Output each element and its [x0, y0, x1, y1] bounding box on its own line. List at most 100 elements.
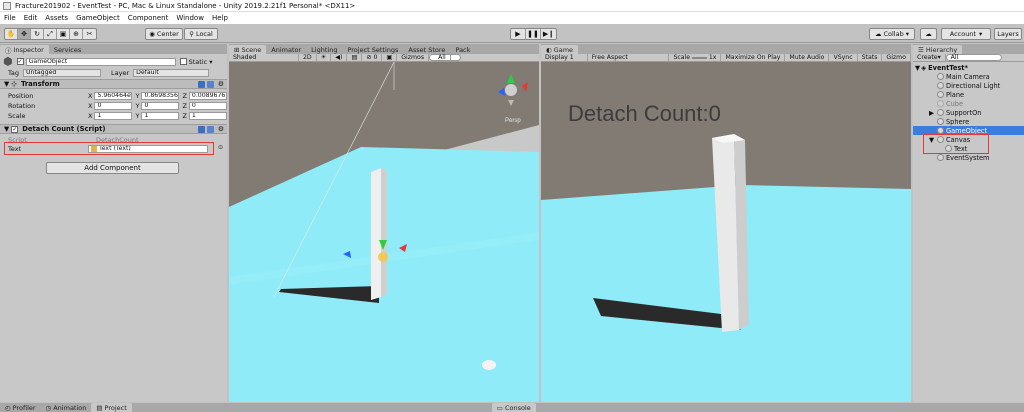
- chevron-down-icon[interactable]: ▾: [209, 58, 212, 66]
- create-dropdown[interactable]: Create ▾: [913, 54, 946, 61]
- tab-console[interactable]: ▭ Console: [491, 403, 536, 412]
- tab-services[interactable]: Services: [49, 45, 86, 54]
- hierarchy-search-input[interactable]: All: [945, 54, 1002, 61]
- static-checkbox[interactable]: [179, 58, 187, 65]
- menu-gameobject[interactable]: GameObject: [76, 14, 120, 22]
- active-checkbox[interactable]: ✓: [16, 58, 24, 65]
- rotation-y-field[interactable]: 0: [141, 101, 180, 110]
- menu-help[interactable]: Help: [212, 14, 228, 22]
- help-icon[interactable]: [198, 80, 205, 88]
- pivot-local-button[interactable]: ⚲ Local: [184, 28, 218, 40]
- menu-window[interactable]: Window: [176, 14, 204, 22]
- tab-profiler[interactable]: ◴ Profiler: [0, 403, 41, 412]
- tab-scene[interactable]: ⊞ Scene: [229, 45, 267, 54]
- unity-logo-icon: [3, 1, 11, 10]
- position-z-field[interactable]: 0.0089676: [188, 91, 227, 100]
- tab-asset-store[interactable]: Asset Store: [403, 45, 450, 54]
- stats-toggle[interactable]: Stats: [858, 54, 883, 61]
- foldout-icon: ▼: [4, 125, 10, 133]
- foldout-icon: ▶: [929, 108, 935, 117]
- tab-hierarchy[interactable]: ☰ Hierarchy: [913, 45, 963, 54]
- tab-pack[interactable]: Pack: [450, 45, 475, 54]
- step-icon[interactable]: ▶❙: [541, 29, 556, 39]
- list-item[interactable]: EventSystem: [913, 153, 1024, 162]
- list-item[interactable]: Directional Light: [913, 81, 1024, 90]
- menu-edit[interactable]: Edit: [24, 14, 38, 22]
- menu-bar: File Edit Assets GameObject Component Wi…: [0, 12, 1024, 24]
- settings-gear-icon[interactable]: ⚙: [218, 125, 224, 133]
- pause-icon[interactable]: ❚❚: [526, 29, 541, 39]
- audio-toggle-icon[interactable]: ◀): [331, 54, 348, 61]
- scale-tool-icon[interactable]: ⤢: [44, 29, 57, 39]
- vsync-toggle[interactable]: VSync: [829, 54, 858, 61]
- preset-icon[interactable]: [207, 80, 214, 88]
- position-x-field[interactable]: 5.960464e: [94, 91, 133, 100]
- gamepad-icon: ◐: [546, 45, 552, 54]
- hierarchy-toolbar: Create ▾ All: [913, 54, 1024, 62]
- cloud-button[interactable]: ☁: [920, 28, 937, 40]
- scale-slider[interactable]: Scale 1x: [669, 54, 722, 61]
- object-name-input[interactable]: GameObject: [25, 57, 176, 66]
- custom-tool-icon[interactable]: ✂: [83, 29, 96, 39]
- menu-component[interactable]: Component: [128, 14, 169, 22]
- list-item[interactable]: Sphere: [913, 117, 1024, 126]
- layer-dropdown[interactable]: Default: [133, 68, 210, 77]
- camera-icon[interactable]: ▣: [382, 54, 398, 61]
- add-component-button[interactable]: Add Component: [46, 162, 179, 174]
- effects-toggle-icon[interactable]: ▤: [347, 54, 363, 61]
- hand-tool-icon[interactable]: ✋: [5, 29, 18, 39]
- pivot-gizmo[interactable]: [378, 252, 388, 262]
- tab-inspector[interactable]: ⓘ Inspector: [0, 45, 49, 55]
- scale-z-field[interactable]: 1: [188, 111, 227, 120]
- help-icon[interactable]: [198, 125, 205, 133]
- tag-dropdown[interactable]: Untagged: [23, 68, 102, 77]
- collab-button[interactable]: ☁ Collab ▾: [869, 28, 915, 40]
- detach-count-header[interactable]: ▼ ✓ Detach Count (Script) ⚙: [0, 124, 227, 134]
- gizmos-dropdown[interactable]: Gizmos: [397, 54, 430, 61]
- settings-gear-icon[interactable]: ⚙: [218, 80, 224, 88]
- menu-file[interactable]: File: [4, 14, 16, 22]
- scale-y-field[interactable]: 1: [141, 111, 180, 120]
- scene-search-input[interactable]: All: [429, 54, 462, 61]
- object-picker-icon[interactable]: ⊙: [218, 144, 223, 151]
- display-dropdown[interactable]: Display 1: [541, 54, 588, 61]
- transform-header[interactable]: ▼ ⊹ Transform ⚙: [0, 79, 227, 89]
- tab-animator[interactable]: Animator: [266, 45, 306, 54]
- script-checkbox[interactable]: ✓: [11, 125, 19, 133]
- rect-tool-icon[interactable]: ▣: [57, 29, 70, 39]
- 2d-toggle[interactable]: 2D: [299, 54, 317, 61]
- layers-dropdown[interactable]: Layers: [994, 28, 1022, 40]
- tab-animation[interactable]: ◷ Animation: [41, 403, 92, 412]
- lighting-toggle-icon[interactable]: ☀: [317, 54, 332, 61]
- hidden-count-icon[interactable]: ⊘ 0: [362, 54, 383, 61]
- scene-root[interactable]: ▼ ◈ EventTest*: [915, 63, 1024, 72]
- scale-x-field[interactable]: 1: [94, 111, 133, 120]
- menu-assets[interactable]: Assets: [45, 14, 68, 22]
- list-item[interactable]: Main Camera: [913, 72, 1024, 81]
- list-item[interactable]: ▶ SupportOn: [913, 108, 1024, 117]
- preset-icon[interactable]: [207, 125, 214, 133]
- tab-game[interactable]: ◐ Game: [541, 45, 579, 54]
- persp-label[interactable]: Persp: [505, 118, 521, 124]
- rotation-x-field[interactable]: 0: [94, 101, 133, 110]
- tab-project-settings[interactable]: Project Settings: [342, 45, 403, 54]
- account-dropdown[interactable]: Account ▾: [941, 28, 991, 40]
- gizmos-toggle[interactable]: Gizmo: [882, 54, 911, 61]
- list-item[interactable]: Plane: [913, 90, 1024, 99]
- move-tool-icon[interactable]: ✥: [18, 29, 31, 39]
- tab-lighting[interactable]: Lighting: [306, 45, 342, 54]
- list-item[interactable]: Cube: [913, 99, 1024, 108]
- rotation-z-field[interactable]: 0: [188, 101, 227, 110]
- tab-project[interactable]: ▤ Project: [91, 403, 132, 412]
- mute-audio-toggle[interactable]: Mute Audio: [785, 54, 830, 61]
- light-icon[interactable]: [482, 360, 496, 370]
- maximize-on-play-toggle[interactable]: Maximize On Play: [721, 54, 786, 61]
- rotate-tool-icon[interactable]: ↻: [31, 29, 44, 39]
- transform-tool-icon[interactable]: ⊕: [70, 29, 83, 39]
- scene-viewport[interactable]: Persp: [229, 62, 539, 402]
- aspect-dropdown[interactable]: Free Aspect: [588, 54, 670, 61]
- shading-dropdown[interactable]: Shaded: [229, 54, 299, 61]
- position-y-field[interactable]: 0.8698356: [141, 91, 180, 100]
- play-icon[interactable]: ▶: [511, 29, 526, 39]
- pivot-center-button[interactable]: ◉ Center: [145, 28, 183, 40]
